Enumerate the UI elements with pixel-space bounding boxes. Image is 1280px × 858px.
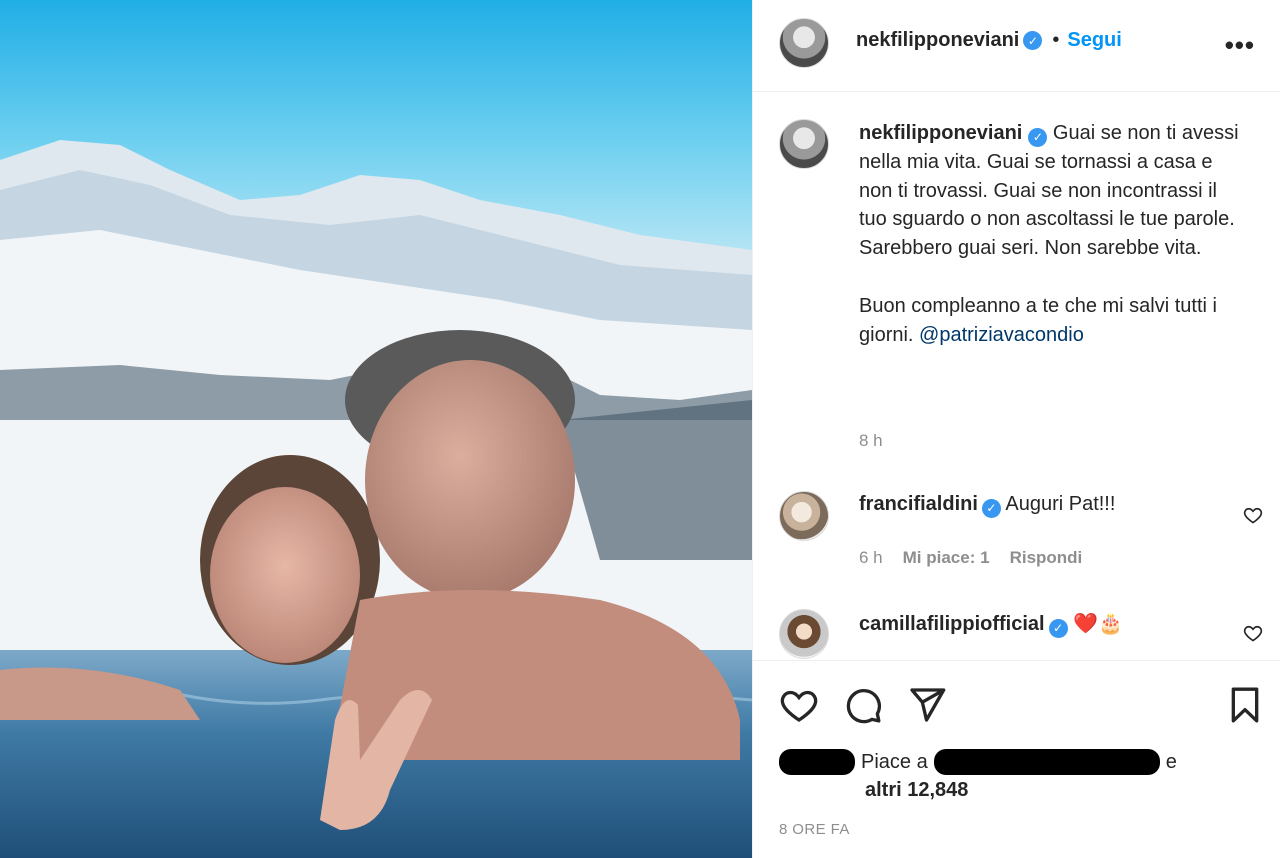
caption-mention-link[interactable]: @patriziavacondio (919, 324, 1084, 346)
comment-text: Auguri Pat!!! (1005, 493, 1116, 515)
comments-list[interactable]: nekfilipponeviani ✓ Guai se non ti avessi… (753, 93, 1280, 659)
heart-icon[interactable] (779, 685, 819, 725)
commenter-username[interactable]: camillafilippiofficial (859, 613, 1045, 635)
follow-button[interactable]: Segui (1067, 29, 1121, 52)
post-side-panel: nekfilipponeviani ✓ • Segui ••• nekfilip… (752, 0, 1280, 858)
verified-badge-icon: ✓ (1028, 127, 1048, 147)
comment-like-heart-icon[interactable] (1243, 623, 1263, 643)
more-options-icon[interactable]: ••• (1225, 30, 1255, 61)
header-author-line: nekfilipponeviani ✓ • Segui (856, 29, 1122, 52)
author-username[interactable]: nekfilipponeviani (856, 29, 1019, 52)
separator-dot: • (1052, 29, 1060, 51)
comment-text: ❤️🎂 (1073, 613, 1123, 635)
caption-author-avatar[interactable] (779, 119, 829, 169)
bookmark-icon[interactable] (1225, 685, 1265, 725)
verified-badge-icon: ✓ (1048, 618, 1068, 638)
post-photo[interactable] (0, 0, 752, 858)
comment-likes-count[interactable]: Mi piace: 1 (903, 548, 990, 568)
paper-plane-icon[interactable] (907, 685, 947, 725)
commenter-username[interactable]: francifialdini (859, 493, 978, 515)
verified-badge-icon: ✓ (981, 498, 1001, 518)
comment-line: camillafilippiofficial ✓ ❤️🎂 (859, 611, 1123, 638)
liker-username-redacted[interactable] (933, 749, 1160, 775)
post-image (0, 0, 752, 858)
commenter-avatar[interactable] (779, 491, 829, 541)
comment-line: francifialdini ✓ Auguri Pat!!! (859, 493, 1115, 518)
likes-summary: Piace a e altri 12,848 (779, 749, 1177, 802)
comment-icon[interactable] (843, 685, 883, 725)
comment-meta: 6 h Mi piace: 1 Rispondi (859, 548, 1082, 568)
post-caption: nekfilipponeviani ✓ Guai se non ti avessi… (859, 119, 1239, 349)
caption-timestamp[interactable]: 8 h (859, 431, 883, 451)
comment-timestamp[interactable]: 6 h (859, 548, 883, 568)
comment-like-heart-icon[interactable] (1243, 505, 1263, 525)
liker-avatars-redacted (779, 749, 855, 775)
verified-badge-icon: ✓ (1023, 31, 1043, 50)
post-time-ago[interactable]: 8 ORE FA (779, 821, 850, 838)
commenter-avatar[interactable] (779, 609, 829, 659)
caption-author-username[interactable]: nekfilipponeviani (859, 122, 1022, 144)
post-actions: Piace a e altri 12,848 8 ORE FA (753, 660, 1280, 858)
author-avatar[interactable] (779, 18, 829, 68)
comment-reply-button[interactable]: Rispondi (1010, 548, 1083, 568)
post-header: nekfilipponeviani ✓ • Segui ••• (753, 0, 1280, 92)
likes-conjunction: e (1165, 750, 1177, 773)
likes-prefix: Piace a (861, 750, 928, 773)
likes-others-count[interactable]: altri 12,848 (865, 779, 1177, 802)
caption-body: Guai se non ti avessi nella mia vita. Gu… (859, 122, 1239, 346)
